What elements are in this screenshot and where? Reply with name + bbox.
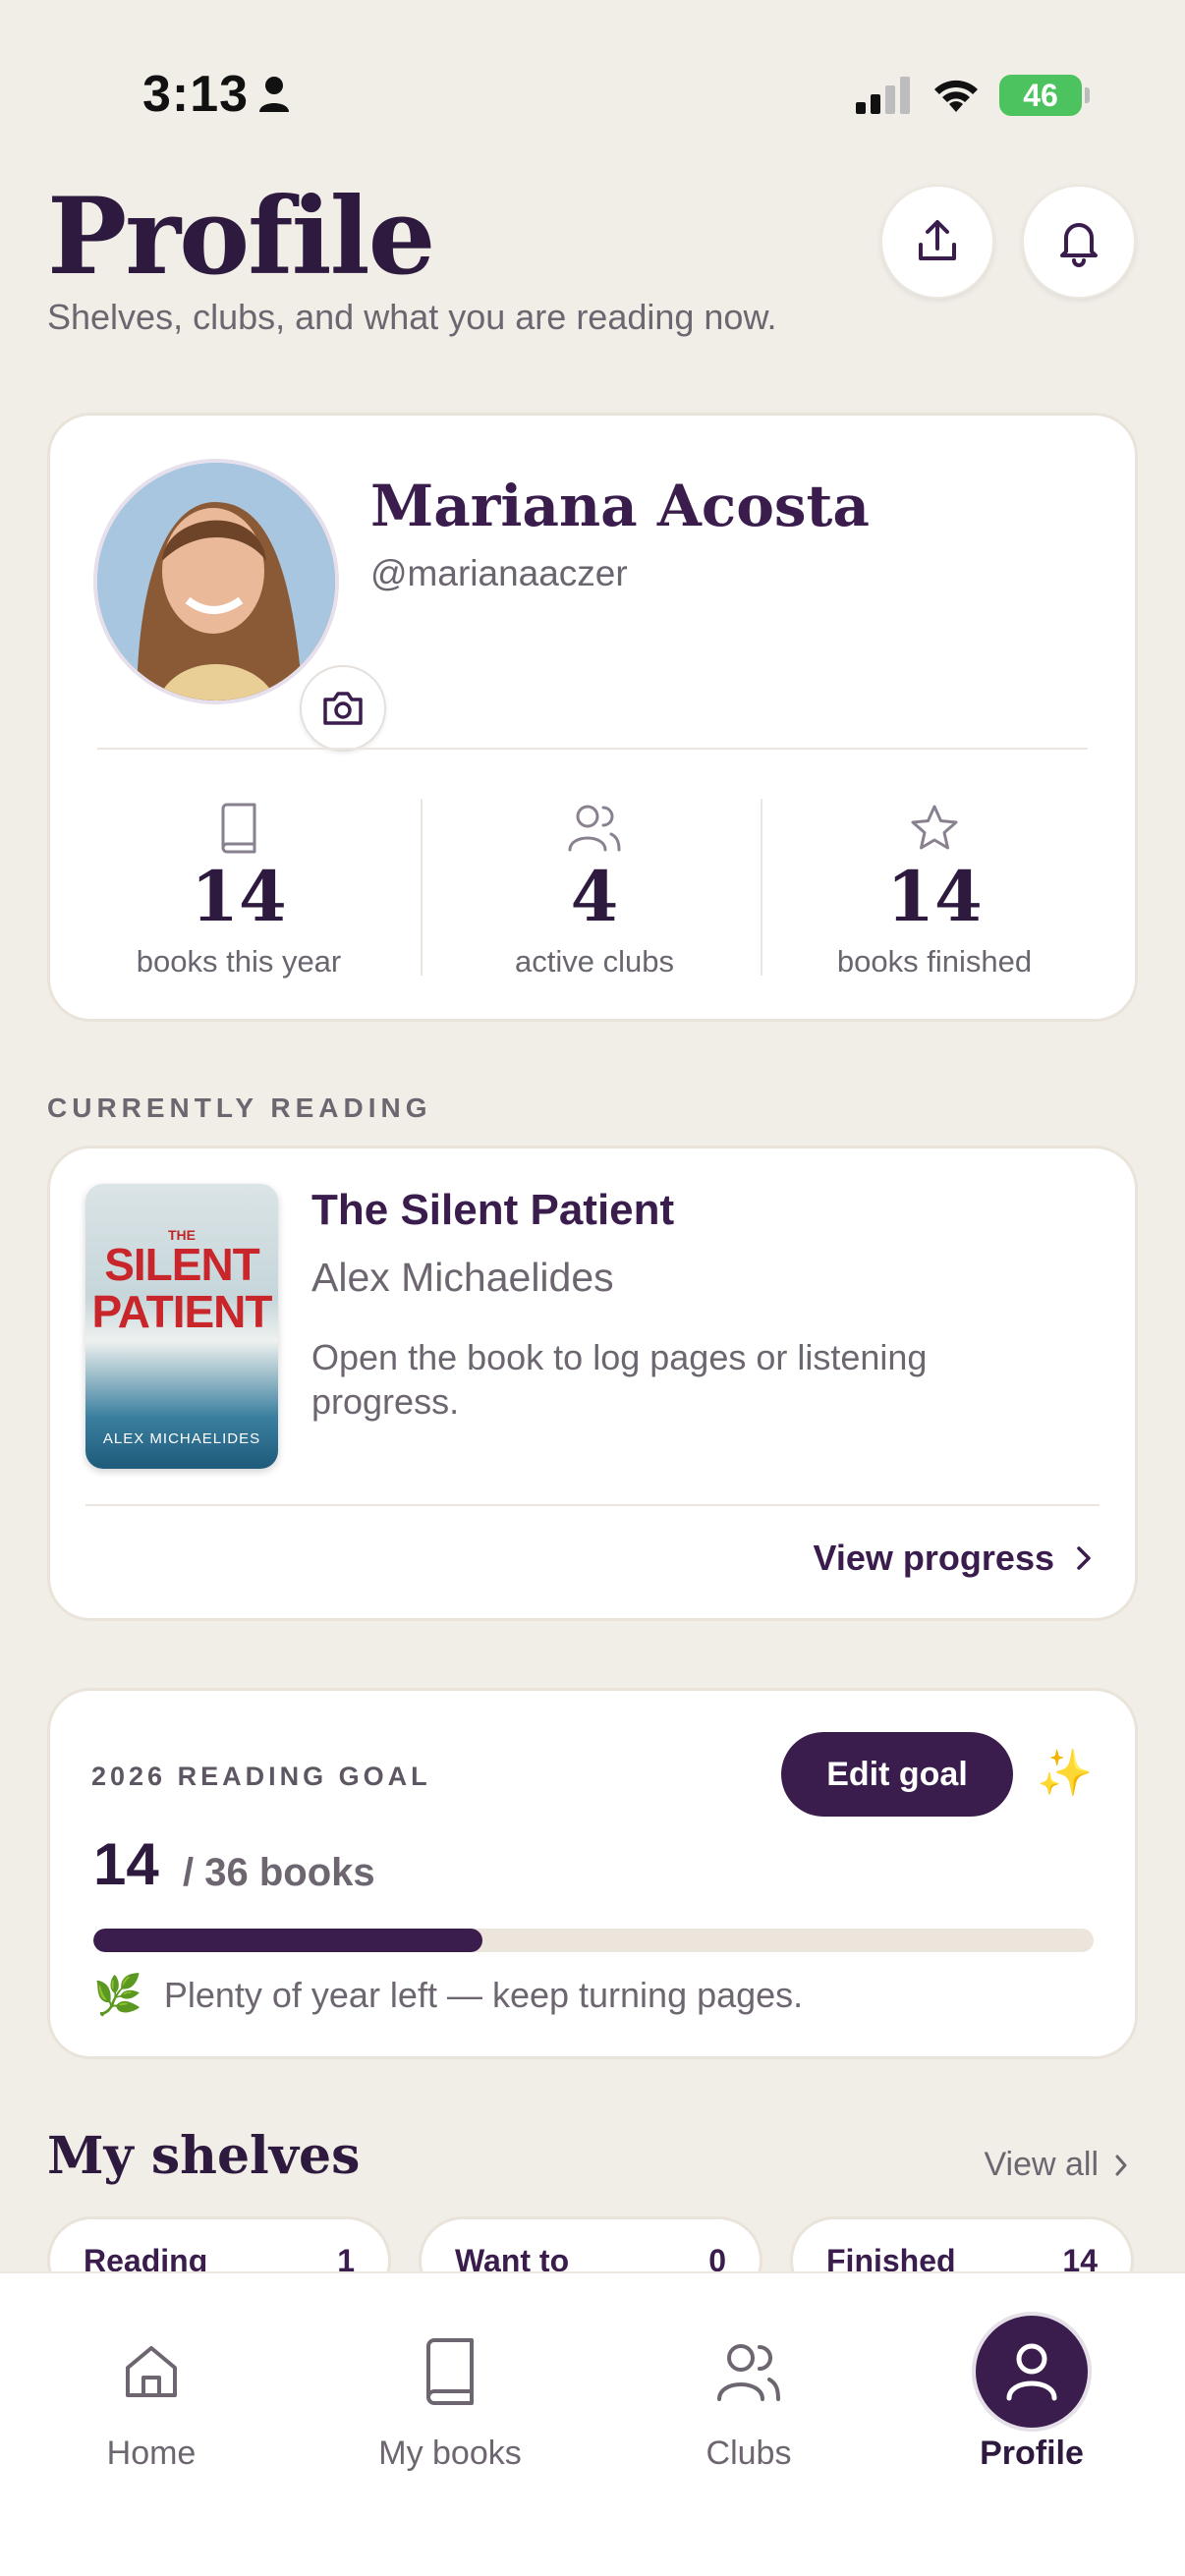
stat-value: 4 <box>570 856 619 937</box>
user-name: Mariana Acosta <box>370 473 870 539</box>
goal-count: 14 <box>93 1831 159 1897</box>
stat-separator <box>761 799 762 976</box>
cover-author: ALEX MICHAELIDES <box>102 1430 261 1447</box>
book-author: Alex Michaelides <box>311 1255 614 1300</box>
reading-divider <box>85 1504 1100 1506</box>
chevron-right-icon <box>1077 1546 1091 1570</box>
avatar[interactable] <box>93 459 339 704</box>
currently-reading-label: CURRENTLY READING <box>47 1092 432 1123</box>
book-icon <box>221 803 256 854</box>
view-progress-link[interactable]: View progress <box>814 1538 1092 1579</box>
person-icon <box>259 77 289 112</box>
view-all-label: View all <box>984 2146 1099 2183</box>
tab-profile[interactable]: Profile <box>914 2312 1150 2473</box>
goal-progress-bar <box>93 1929 1094 1952</box>
shelves-title: My shelves <box>47 2126 361 2186</box>
goal-total: / 36 books <box>183 1851 375 1894</box>
tab-label: Profile <box>980 2435 1084 2472</box>
stat-active-clubs[interactable]: 4 active clubs <box>427 799 762 980</box>
bell-icon <box>1060 223 1098 267</box>
view-progress-label: View progress <box>813 1538 1054 1578</box>
notifications-button[interactable] <box>1022 185 1136 299</box>
chevron-right-icon <box>1115 2155 1127 2175</box>
user-handle: @marianaaczer <box>370 553 628 593</box>
users-icon <box>568 805 621 852</box>
stat-value: 14 <box>191 856 287 937</box>
tab-home[interactable]: Home <box>33 2313 269 2473</box>
goal-label: 2026 READING GOAL <box>91 1762 431 1791</box>
camera-icon <box>323 692 363 725</box>
status-time: 3:13 <box>142 66 250 123</box>
leaf-icon: 🌿 <box>93 1974 142 2017</box>
book-note: Open the book to log pages or listening … <box>311 1337 928 1422</box>
goal-message-text: Plenty of year left — keep turning pages… <box>163 1974 804 2015</box>
status-indicators: 46 <box>856 75 1090 116</box>
goal-progress-fill <box>93 1929 482 1952</box>
change-photo-button[interactable] <box>300 665 386 752</box>
stat-books-this-year[interactable]: 14 books this year <box>72 799 406 980</box>
avatar-container <box>93 459 386 752</box>
profile-divider <box>97 748 1088 750</box>
book-icon <box>426 2338 474 2405</box>
stat-books-finished[interactable]: 14 books finished <box>767 799 1101 980</box>
currently-reading-card[interactable]: THE SILENT PATIENT ALEX MICHAELIDES The … <box>47 1146 1138 1621</box>
stat-label: active clubs <box>515 944 674 979</box>
status-bar: 3:13 46 <box>0 0 1185 196</box>
share-button[interactable] <box>880 185 994 299</box>
share-icon <box>919 220 956 260</box>
battery-indicator: 46 <box>999 75 1090 116</box>
tab-clubs[interactable]: Clubs <box>631 2313 867 2473</box>
book-cover[interactable]: THE SILENT PATIENT ALEX MICHAELIDES <box>85 1184 278 1469</box>
star-icon <box>911 805 958 850</box>
tab-active-indicator <box>972 2312 1092 2432</box>
stat-value: 14 <box>886 856 983 937</box>
battery-level: 46 <box>1023 77 1058 113</box>
stat-separator <box>421 799 423 976</box>
page-title: Profile <box>47 175 435 299</box>
home-icon <box>126 2346 177 2397</box>
reading-goal-card: 2026 READING GOAL Edit goal ✨ 14 / 36 bo… <box>47 1688 1138 2059</box>
goal-message: 🌿 Plenty of year left — keep turning pag… <box>93 1972 803 2018</box>
tab-bar: Home My books Clubs Profile <box>0 2271 1185 2576</box>
tab-label: Home <box>106 2435 197 2472</box>
view-all-shelves-link[interactable]: View all <box>984 2146 1128 2184</box>
stat-label: books this year <box>136 944 342 979</box>
sparkle-icon: ✨ <box>1037 1747 1094 1798</box>
tab-label: Clubs <box>705 2435 792 2472</box>
stat-label: books finished <box>836 944 1033 979</box>
tab-my-books[interactable]: My books <box>332 2313 568 2473</box>
signal-icon <box>856 77 910 114</box>
users-icon <box>717 2344 780 2401</box>
edit-goal-button[interactable]: Edit goal <box>781 1732 1013 1817</box>
page-subtitle: Shelves, clubs, and what you are reading… <box>47 297 777 337</box>
profile-card: Mariana Acosta @marianaaczer 14 books th… <box>47 413 1138 1022</box>
cover-title: SILENT PATIENT <box>91 1239 273 1337</box>
user-icon <box>1006 2343 1057 2401</box>
avatar-photo <box>97 463 335 700</box>
book-title: The Silent Patient <box>311 1186 675 1234</box>
tab-label: My books <box>378 2435 522 2472</box>
wifi-icon <box>934 80 978 112</box>
